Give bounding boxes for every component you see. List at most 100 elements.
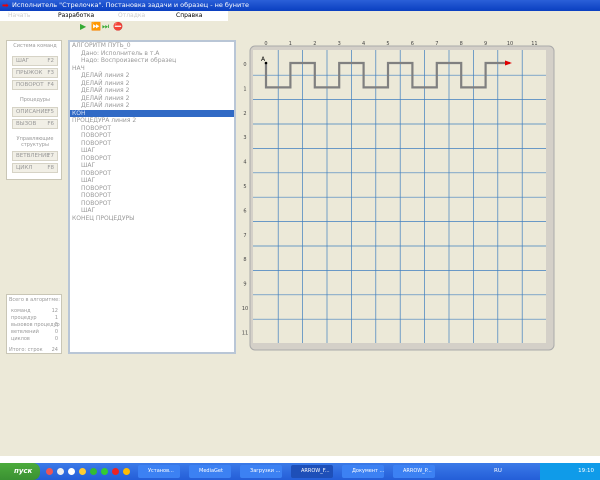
turn-button[interactable]: ПОВОРОТ F4	[12, 80, 58, 90]
code-line[interactable]: ПОВОРОТ	[70, 192, 234, 200]
col-label: 7	[435, 41, 438, 47]
row-label: 5	[243, 184, 246, 190]
stop-icon[interactable]: ⛔	[113, 23, 123, 31]
menu-help[interactable]: Справка	[176, 11, 202, 21]
code-line[interactable]: ДЕЛАЙ линия 2	[70, 95, 234, 103]
col-label: 8	[460, 41, 463, 47]
run-icon[interactable]: ▶	[80, 23, 88, 31]
stats-row: циклов 0	[9, 336, 61, 343]
code-line[interactable]: ШАГ	[70, 177, 234, 185]
taskbar: пуск Установ... MediaGet Загрузки ... ARROW…	[0, 463, 600, 480]
loop-button[interactable]: ЦИКЛ F8	[12, 163, 58, 173]
step-button[interactable]: ШАГ F2	[12, 56, 58, 66]
taskbar-task[interactable]: MediaGet	[189, 465, 231, 478]
taskbar-task[interactable]: Документ ...	[342, 465, 384, 478]
taskbar-task[interactable]: Загрузки ...	[240, 465, 282, 478]
total-value: 24	[51, 347, 58, 353]
code-line[interactable]: ПОВОРОТ	[70, 140, 234, 148]
button-label: ПРЫЖОК	[16, 70, 43, 76]
code-line[interactable]: ДЕЛАЙ линия 2	[70, 102, 234, 110]
stats-value: 5	[54, 322, 58, 328]
skype-icon[interactable]	[90, 468, 97, 475]
hotkey: F4	[47, 82, 54, 88]
code-line[interactable]: ПОВОРОТ	[70, 185, 234, 193]
stats-row: ветвлений 0	[9, 329, 61, 336]
menu-debug[interactable]: Отладка	[118, 11, 145, 21]
code-line[interactable]: ШАГ	[70, 147, 234, 155]
app-icon[interactable]	[68, 468, 75, 475]
code-line[interactable]: НАЧ	[70, 65, 234, 73]
code-line[interactable]: ДЕЛАЙ линия 2	[70, 80, 234, 88]
code-line[interactable]: ШАГ	[70, 207, 234, 215]
code-line[interactable]: ПОВОРОТ	[70, 125, 234, 133]
menu-bar: Начать Разработка Отладка Справка	[0, 11, 228, 21]
col-label: 10	[507, 41, 513, 47]
code-editor[interactable]: АЛГОРИТМ ПУТЬ_0 Дано: Исполнитель в т.А На…	[68, 40, 236, 354]
stats-row: процедур 1	[9, 315, 61, 322]
stats-title: Всего в алгоритме:	[9, 297, 60, 303]
window-title: Исполнитель "Стрелочка". Постановка зада…	[12, 1, 250, 9]
col-label: 0	[264, 41, 267, 47]
col-label: 5	[386, 41, 389, 47]
fast-run-icon[interactable]: ⏭	[102, 23, 110, 31]
code-line[interactable]: ШАГ	[70, 162, 234, 170]
row-label: 7	[243, 233, 246, 239]
hotkey: F7	[47, 153, 54, 159]
code-line[interactable]: ДЕЛАЙ линия 2	[70, 72, 234, 80]
row-label: 6	[243, 208, 246, 214]
code-line[interactable]: ПРОЦЕДУРА линия 2	[70, 117, 234, 125]
start-button[interactable]: пуск	[0, 463, 40, 480]
total-label: Итого: строк	[9, 347, 43, 353]
row-label: 9	[243, 282, 246, 288]
code-line[interactable]: Дано: Исполнитель в т.А	[70, 50, 234, 58]
button-label: ВЫЗОВ	[16, 121, 37, 127]
stats-label: команд	[11, 308, 31, 314]
row-label: 11	[242, 330, 248, 336]
green-icon[interactable]	[101, 468, 108, 475]
stats-label: вызовов процедур	[11, 322, 60, 328]
hotkey: F2	[47, 58, 54, 64]
arrow-app-icon: ➡	[2, 1, 9, 10]
row-label: 3	[243, 135, 246, 141]
code-line[interactable]: ПОВОРОТ	[70, 200, 234, 208]
taskbar-task[interactable]: Установ...	[138, 465, 180, 478]
title-bar: ➡ Исполнитель "Стрелочка". Постановка зад…	[0, 0, 600, 11]
language-indicator[interactable]: RU	[494, 463, 502, 480]
menu-development[interactable]: Разработка	[58, 11, 94, 21]
menu-start[interactable]: Начать	[8, 11, 30, 21]
col-label: 3	[338, 41, 341, 47]
code-line[interactable]: ПОВОРОТ	[70, 155, 234, 163]
code-line[interactable]: Надо: Воспроизвести образец	[70, 57, 234, 65]
hotkey: F8	[47, 165, 54, 171]
tool-icon[interactable]	[79, 468, 86, 475]
yandex-icon[interactable]	[112, 468, 119, 475]
describe-button[interactable]: ОПИСАНИЕ F5	[12, 107, 58, 117]
call-button[interactable]: ВЫЗОВ F6	[12, 119, 58, 129]
branch-button[interactable]: ВЕТВЛЕНИЕ F7	[12, 151, 58, 161]
row-label: 0	[243, 62, 246, 68]
taskbar-task[interactable]: ARROW_P...	[393, 465, 435, 478]
taskbar-task[interactable]: ARROW_F...	[291, 465, 333, 478]
col-label: 4	[362, 41, 365, 47]
stats-value: 1	[54, 315, 58, 321]
code-line[interactable]: ПОВОРОТ	[70, 132, 234, 140]
code-line[interactable]: АЛГОРИТМ ПУТЬ_0	[70, 42, 234, 50]
code-line[interactable]: КОНЕЦ ПРОЦЕДУРЫ	[70, 215, 234, 223]
col-label: 11	[531, 41, 537, 47]
jump-button[interactable]: ПРЫЖОК F3	[12, 68, 58, 78]
start-point-marker	[264, 61, 268, 65]
system-tray: RU 19:10	[494, 463, 600, 480]
hotkey: F5	[47, 109, 54, 115]
code-line[interactable]: ПОВОРОТ	[70, 170, 234, 178]
col-label: 6	[411, 41, 414, 47]
code-line[interactable]: КОН	[70, 109, 234, 117]
browser-icon[interactable]	[46, 468, 53, 475]
chrome-icon[interactable]	[123, 468, 130, 475]
row-label: 4	[243, 160, 246, 166]
commands-panel: Система команд ШАГ F2 ПРЫЖОК F3 ПОВОРОТ F4 …	[6, 40, 62, 180]
step-icon[interactable]: ⏩	[91, 23, 101, 31]
stats-panel: Всего в алгоритме: команд 12 процедур 1 вызо…	[6, 294, 62, 354]
commands-caption: Система команд	[13, 43, 57, 49]
desktop-icon[interactable]	[57, 468, 64, 475]
code-line[interactable]: ДЕЛАЙ линия 2	[70, 87, 234, 95]
